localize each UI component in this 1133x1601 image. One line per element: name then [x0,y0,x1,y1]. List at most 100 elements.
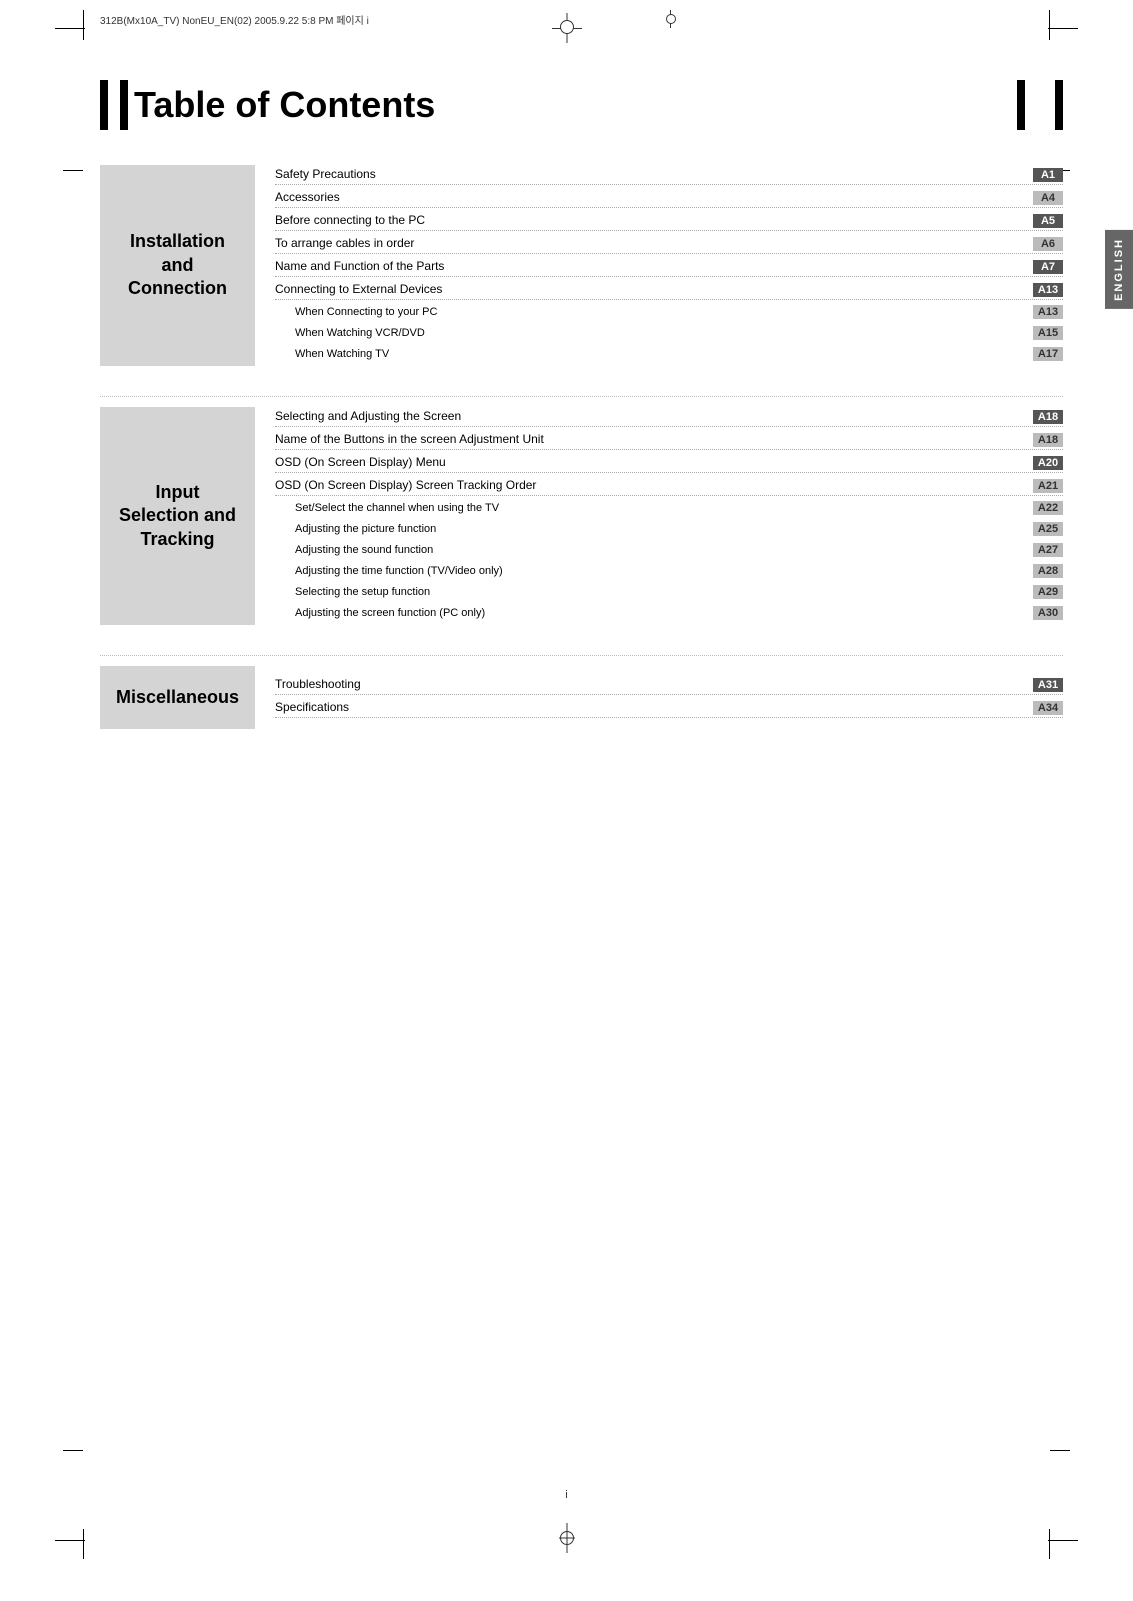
toc-entry: Adjusting the screen function (PC only)A… [275,604,1063,622]
toc-entry-label: Name of the Buttons in the screen Adjust… [275,432,1033,446]
page-title: Table of Contents [134,84,1011,126]
toc-entry-page: A21 [1033,479,1063,493]
toc-entry-page: A6 [1033,237,1063,251]
toc-entry-page: A7 [1033,260,1063,274]
toc-entry-page: A5 [1033,214,1063,228]
toc-entry: Name and Function of the PartsA7 [275,257,1063,277]
section-row-miscellaneous: MiscellaneousTroubleshootingA31Specifica… [100,666,1063,729]
reg-mark-bottom [559,1530,575,1546]
header-bar: 312B(Mx10A_TV) NonEU_EN(02) 2005.9.22 5:… [100,10,1033,28]
margin-mark [63,1450,83,1451]
section-label-text: Miscellaneous [116,686,239,709]
toc-entry-page: A13 [1033,283,1063,297]
toc-entry-label: Selecting the setup function [295,586,1033,598]
title-bar-left [100,80,108,130]
toc-entry-label: Safety Precautions [275,167,1033,181]
toc-entry-label: Name and Function of the Parts [275,259,1033,273]
section-row-input-selection: Input Selection and Tracking Selecting an… [100,407,1063,625]
toc-entry: Adjusting the picture functionA25 [275,520,1063,538]
page-title-container: Table of Contents [100,80,1063,130]
title-bar-inner-right [1017,80,1025,130]
crop-mark [1048,1540,1078,1541]
crop-mark [55,28,85,29]
section-label-input-selection: Input Selection and Tracking [100,407,255,625]
toc-entry: Adjusting the time function (TV/Video on… [275,562,1063,580]
english-tab: ENGLISH [1105,230,1133,309]
toc-entry-page: A27 [1033,543,1063,557]
toc-entry-label: Adjusting the picture function [295,523,1033,535]
crop-mark [1049,1529,1050,1559]
toc-entry-label: Adjusting the sound function [295,544,1033,556]
title-bar-inner-left [120,80,128,130]
file-info: 312B(Mx10A_TV) NonEU_EN(02) 2005.9.22 5:… [100,12,369,27]
toc-entry: When Connecting to your PCA13 [275,303,1063,321]
section-label-text: Installation and Connection [115,230,240,300]
toc-entry-label: Connecting to External Devices [275,282,1033,296]
section-label-miscellaneous: Miscellaneous [100,666,255,729]
toc-entry-label: OSD (On Screen Display) Screen Tracking … [275,478,1033,492]
toc-entry-label: Adjusting the screen function (PC only) [295,607,1033,619]
toc-entry-page: A22 [1033,501,1063,515]
margin-mark [1050,1450,1070,1451]
toc-entry-page: A25 [1033,522,1063,536]
section-label-installation: Installation and Connection [100,165,255,366]
toc-entry: Connecting to External DevicesA13 [275,280,1063,300]
toc-entry-label: Troubleshooting [275,677,1033,691]
toc-entry-label: OSD (On Screen Display) Menu [275,455,1033,469]
toc-entry: Name of the Buttons in the screen Adjust… [275,430,1063,450]
toc-entry: OSD (On Screen Display) Screen Tracking … [275,476,1063,496]
toc-entry: To arrange cables in orderA6 [275,234,1063,254]
crop-mark [55,1540,85,1541]
toc-entries-input-selection: Selecting and Adjusting the ScreenA18 Nam… [275,407,1063,625]
toc-entry-page: A18 [1033,410,1063,424]
toc-entry-label: When Watching VCR/DVD [295,327,1033,339]
toc-entry: OSD (On Screen Display) MenuA20 [275,453,1063,473]
crop-mark [1048,28,1078,29]
section-separator [100,655,1063,656]
section-separator [100,396,1063,397]
toc-entry-page: A34 [1033,701,1063,715]
toc-entry: AccessoriesA4 [275,188,1063,208]
toc-entry: Before connecting to the PCA5 [275,211,1063,231]
toc-entry: When Watching TVA17 [275,345,1063,363]
toc-entry: When Watching VCR/DVDA15 [275,324,1063,342]
toc-entry-page: A15 [1033,326,1063,340]
toc-entry: Selecting and Adjusting the ScreenA18 [275,407,1063,427]
toc-entry-page: A20 [1033,456,1063,470]
toc-entry-page: A13 [1033,305,1063,319]
toc-entries-installation: Safety PrecautionsA1AccessoriesA4Before … [275,165,1063,366]
section-row-installation: Installation and Connection Safety Precau… [100,165,1063,366]
toc-entry: Adjusting the sound functionA27 [275,541,1063,559]
toc-entry: Selecting the setup functionA29 [275,583,1063,601]
toc-entry-label: To arrange cables in order [275,236,1033,250]
toc-entry: Set/Select the channel when using the TV… [275,499,1063,517]
toc-entry-label: Set/Select the channel when using the TV [295,502,1033,514]
toc-entry-label: Accessories [275,190,1033,204]
title-bar-right [1055,80,1063,130]
section-label-text: Input Selection and Tracking [115,481,240,551]
toc-entry-label: When Watching TV [295,348,1033,360]
crop-mark [83,10,84,40]
toc-entry-page: A17 [1033,347,1063,361]
page-number: i [565,1489,567,1501]
toc-entry-page: A18 [1033,433,1063,447]
toc-entries-miscellaneous: TroubleshootingA31SpecificationsA34 [275,666,1063,729]
margin-mark [63,170,83,171]
toc-entry-page: A31 [1033,678,1063,692]
toc-entry-page: A4 [1033,191,1063,205]
main-content: Table of Contents Installation and Conne… [100,80,1093,749]
toc-entry-page: A28 [1033,564,1063,578]
toc-entry-label: Adjusting the time function (TV/Video on… [295,565,1033,577]
toc-entry-label: Specifications [275,700,1033,714]
toc-entry: Safety PrecautionsA1 [275,165,1063,185]
sections-container: Installation and Connection Safety Precau… [100,165,1063,749]
toc-entry: TroubleshootingA31 [275,675,1063,695]
toc-entry-label: When Connecting to your PC [295,306,1033,318]
toc-entry-page: A29 [1033,585,1063,599]
toc-entry-page: A1 [1033,168,1063,182]
toc-entry-label: Before connecting to the PC [275,213,1033,227]
crop-mark [83,1529,84,1559]
crop-mark [1049,10,1050,40]
toc-entry-page: A30 [1033,606,1063,620]
toc-entry: SpecificationsA34 [275,698,1063,718]
